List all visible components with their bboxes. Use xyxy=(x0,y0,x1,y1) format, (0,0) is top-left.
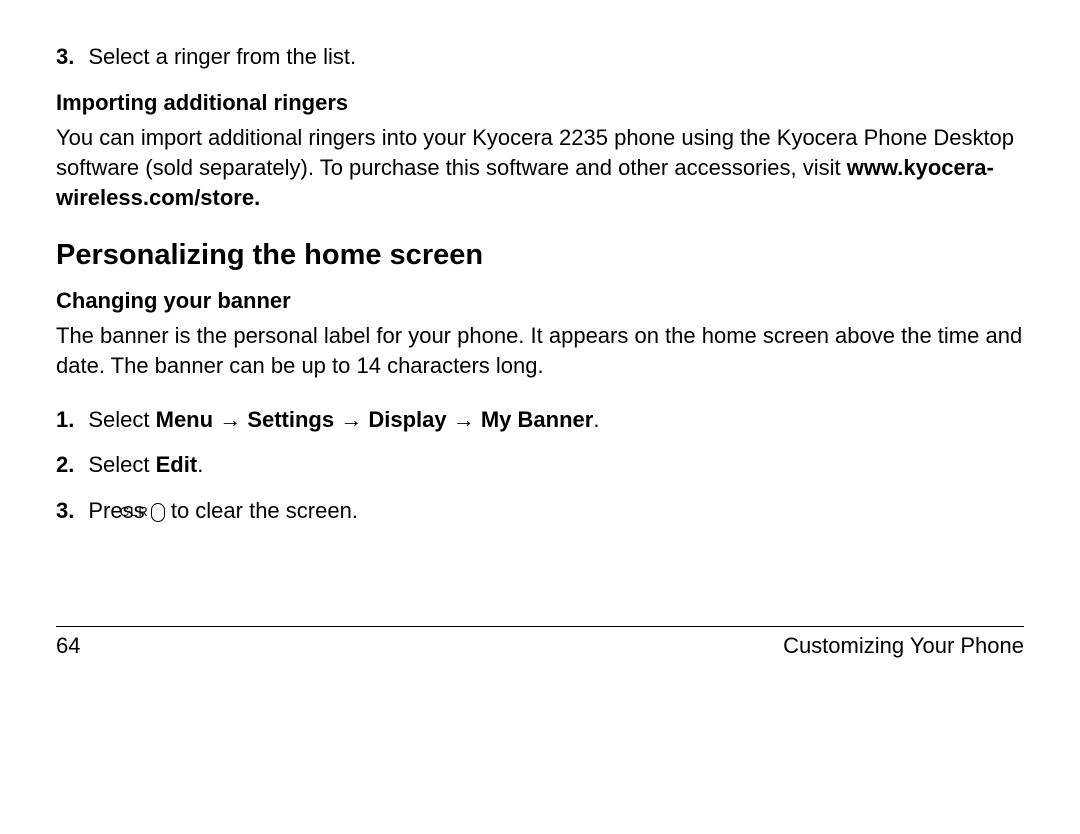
step-item: 2.Select Edit. xyxy=(56,450,1024,480)
period: . xyxy=(593,407,599,432)
menu-path-menu: Menu xyxy=(156,407,213,432)
step-number: 1. xyxy=(56,407,88,432)
clr-button-icon: CLR xyxy=(151,503,165,522)
step-item: 1.Select Menu → Settings → Display → My … xyxy=(56,405,1024,435)
menu-path-settings: Settings xyxy=(247,407,334,432)
step-item: 3.Press CLR to clear the screen. xyxy=(56,496,1024,526)
step-number: 2. xyxy=(56,452,88,477)
menu-path-display: Display xyxy=(368,407,446,432)
arrow: → xyxy=(334,407,368,432)
step-text-pre: Select xyxy=(88,452,155,477)
subheading-banner: Changing your banner xyxy=(56,286,1024,316)
step-number: 3. xyxy=(56,44,88,69)
arrow: → xyxy=(447,407,481,432)
page-number: 64 xyxy=(56,631,80,661)
paragraph-importing: You can import additional ringers into y… xyxy=(56,123,1024,212)
step-text: Select a ringer from the list. xyxy=(88,44,356,69)
section-title: Customizing Your Phone xyxy=(783,631,1024,661)
edit-label: Edit xyxy=(156,452,198,477)
paragraph-banner: The banner is the personal label for you… xyxy=(56,321,1024,380)
menu-path-mybanner: My Banner xyxy=(481,407,593,432)
step-item: 3.Select a ringer from the list. xyxy=(56,42,1024,72)
footer-divider xyxy=(56,626,1024,627)
subheading-importing: Importing additional ringers xyxy=(56,88,1024,118)
period: . xyxy=(197,452,203,477)
step-text-post: to clear the screen. xyxy=(165,498,358,523)
page-footer: 64 Customizing Your Phone xyxy=(56,631,1024,661)
step-number: 3. xyxy=(56,498,88,523)
heading-personalizing: Personalizing the home screen xyxy=(56,236,1024,275)
step-text-pre: Select xyxy=(88,407,155,432)
arrow: → xyxy=(213,407,247,432)
